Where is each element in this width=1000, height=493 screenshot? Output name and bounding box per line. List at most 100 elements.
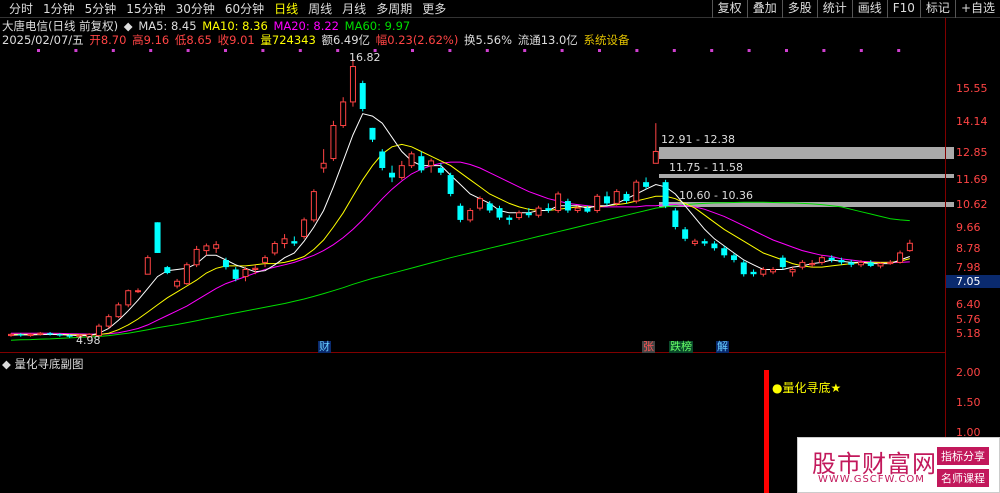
candle-body bbox=[164, 267, 171, 274]
range-label-2: 11.75 - 11.58 bbox=[669, 161, 743, 174]
period-tab-5[interactable]: 60分钟 bbox=[220, 2, 269, 16]
low-label: 4.98 bbox=[76, 334, 101, 347]
candle-body bbox=[125, 290, 132, 306]
toolbar-button-0[interactable]: 复权 bbox=[711, 0, 747, 18]
period-tab-4[interactable]: 30分钟 bbox=[171, 2, 220, 16]
candle-body bbox=[740, 262, 747, 275]
price-axis-label: 15.55 bbox=[956, 81, 988, 95]
marker-dot bbox=[710, 49, 714, 52]
candle-body bbox=[506, 217, 513, 220]
toolbar-button-3[interactable]: 统计 bbox=[816, 0, 852, 18]
candle-body bbox=[652, 150, 659, 164]
sub-pane-settings-icon[interactable]: ◆ bbox=[2, 357, 11, 371]
toolbar-button-7[interactable]: +自选 bbox=[954, 0, 1000, 18]
candle-body bbox=[389, 172, 396, 178]
ma5-value: MA5: 8.45 bbox=[138, 19, 197, 33]
candle-body bbox=[887, 261, 894, 265]
toolbar-button-1[interactable]: 叠加 bbox=[746, 0, 782, 18]
watermark-tag-course: 名师课程 bbox=[937, 469, 989, 487]
watermark-tag-share: 指标分享 bbox=[937, 447, 989, 465]
candle-body bbox=[8, 333, 14, 337]
marker-dot bbox=[186, 49, 190, 52]
period-tab-8[interactable]: 月线 bbox=[337, 2, 371, 16]
quote-open: 开8.70 bbox=[89, 33, 127, 47]
period-tab-1[interactable]: 1分钟 bbox=[38, 2, 80, 16]
period-tab-10[interactable]: 更多 bbox=[417, 2, 451, 16]
candle-body bbox=[555, 193, 562, 211]
candle-body bbox=[310, 191, 317, 221]
marker-dot bbox=[74, 49, 78, 52]
period-tab-2[interactable]: 5分钟 bbox=[80, 2, 122, 16]
event-finance[interactable]: 财 bbox=[318, 341, 331, 353]
candle-body bbox=[662, 182, 669, 206]
toolbar: 分时 1分钟 5分钟 15分钟 30分钟 60分钟 日线 周线 月线 多周期 更多 复权 叠加 多股 统计… bbox=[0, 0, 1000, 18]
candle-body bbox=[633, 181, 640, 202]
marker-dot bbox=[149, 49, 153, 52]
ma10-line bbox=[11, 143, 910, 336]
pane-divider[interactable] bbox=[0, 352, 945, 353]
candle-body bbox=[545, 208, 552, 211]
price-axis-label: 6.40 bbox=[956, 297, 981, 311]
candle-body bbox=[906, 242, 913, 252]
period-tab-9[interactable]: 多周期 bbox=[371, 2, 417, 16]
candle-body bbox=[682, 229, 689, 239]
period-tab-6[interactable]: 日线 bbox=[269, 2, 303, 16]
marker-dot bbox=[822, 49, 826, 52]
quote-high: 高9.16 bbox=[132, 33, 170, 47]
watermark-logo: 股市财富网 WWW.GSCFW.COM 指标分享 名师课程 bbox=[797, 437, 1000, 493]
toolbar-button-4[interactable]: 画线 bbox=[851, 0, 887, 18]
quote-turnover: 换5.56% bbox=[464, 33, 513, 47]
candle-body bbox=[17, 334, 24, 336]
candle-body bbox=[613, 191, 620, 204]
candle-body bbox=[193, 248, 200, 266]
candle-body bbox=[838, 260, 845, 263]
marker-dot bbox=[37, 49, 40, 52]
period-tab-0[interactable]: 分时 bbox=[4, 2, 38, 16]
candle-body bbox=[115, 304, 122, 318]
toolbar-button-5[interactable]: F10 bbox=[886, 0, 920, 18]
toolbar-right-buttons: 复权 叠加 多股 统计 画线 F10 标记 +自选 bbox=[711, 0, 1000, 18]
candlestick-chart[interactable]: 16.82 4.98 12.91 - 12.38 11.75 - 11.58 10.60… bbox=[0, 0, 1000, 493]
quote-sector[interactable]: 系统设备 bbox=[583, 33, 629, 47]
candle-body bbox=[66, 335, 73, 337]
candle-body bbox=[574, 207, 581, 211]
candle-body bbox=[721, 248, 728, 256]
ma-settings-icon[interactable]: ◆ bbox=[124, 19, 133, 33]
price-axis-label: 8.78 bbox=[956, 241, 981, 255]
candle-body bbox=[408, 153, 415, 167]
candle-body bbox=[897, 252, 904, 263]
quote-close: 收9.01 bbox=[217, 33, 255, 47]
quote-info: 2025/02/07/五 开8.70 高9.16 低8.65 收9.01 量72… bbox=[2, 33, 631, 47]
price-axis-label: 5.18 bbox=[956, 326, 981, 340]
toolbar-button-2[interactable]: 多股 bbox=[781, 0, 817, 18]
event-limit-up[interactable]: 张 bbox=[642, 341, 655, 353]
marker-dot bbox=[336, 49, 340, 52]
price-axis-label: 12.85 bbox=[956, 145, 988, 159]
candle-body bbox=[37, 332, 44, 335]
candle-body bbox=[203, 245, 210, 252]
range-label-1: 12.91 - 12.38 bbox=[661, 133, 735, 146]
candle-body bbox=[398, 165, 405, 178]
marker-dot bbox=[560, 49, 564, 52]
period-tab-3[interactable]: 15分钟 bbox=[121, 2, 170, 16]
candle-body bbox=[789, 268, 796, 273]
candle-body bbox=[222, 260, 229, 268]
candle-body bbox=[770, 268, 777, 273]
event-drop-list[interactable]: 跌榜 bbox=[669, 341, 693, 353]
stock-name[interactable]: 大唐电信(日线 前复权) bbox=[2, 19, 118, 33]
sub-pane-title[interactable]: ◆ 量化寻底副图 bbox=[2, 356, 84, 372]
marker-dot bbox=[111, 49, 115, 52]
price-axis-label: 7.98 bbox=[956, 260, 981, 274]
ma10-value: MA10: 8.36 bbox=[202, 19, 268, 33]
event-unlock[interactable]: 解 bbox=[716, 341, 729, 353]
period-tab-7[interactable]: 周线 bbox=[303, 2, 337, 16]
price-axis-label: 9.66 bbox=[956, 220, 981, 234]
marker-dot bbox=[224, 49, 227, 52]
candle-body bbox=[340, 101, 347, 127]
marker-dot bbox=[785, 49, 788, 52]
ma20-line bbox=[11, 161, 910, 335]
candle-body bbox=[379, 151, 386, 168]
candle-body bbox=[349, 66, 356, 103]
candle-body bbox=[603, 196, 610, 204]
toolbar-button-6[interactable]: 标记 bbox=[919, 0, 955, 18]
